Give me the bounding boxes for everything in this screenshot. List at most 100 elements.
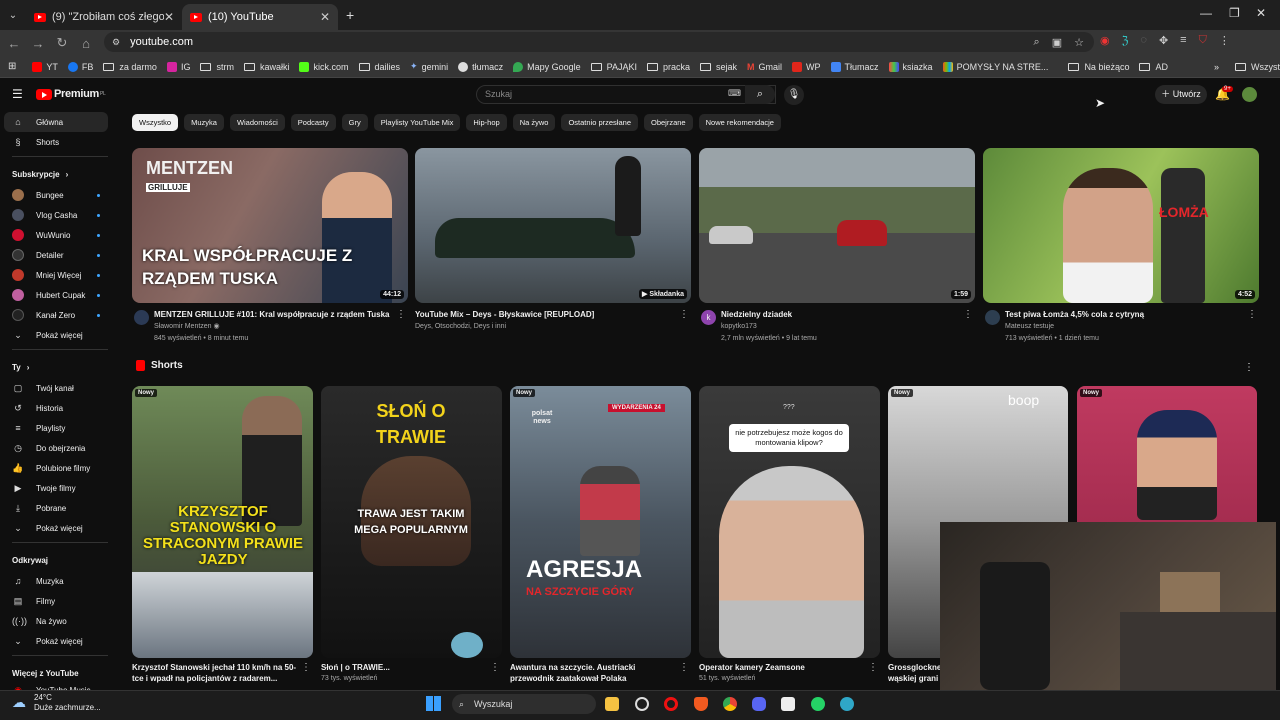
bookmark-folder[interactable]: PAJĄKI bbox=[590, 62, 637, 72]
video-thumbnail[interactable]: MENTZEN GRILLUJE KRAL WSPÓŁPRACUJE Z RZĄD… bbox=[132, 148, 408, 303]
short-title[interactable]: Słoń | o TRAWIE... bbox=[321, 662, 502, 673]
chip-recently-uploaded[interactable]: Ostatnio przesłane bbox=[561, 114, 638, 131]
sidebar-item-history[interactable]: ↺ Historia bbox=[0, 398, 120, 418]
chip-hiphop[interactable]: Hip-hop bbox=[466, 114, 507, 131]
hamburger-menu-icon[interactable]: ☰ bbox=[12, 87, 23, 101]
media-icon[interactable]: ≡ bbox=[1180, 34, 1186, 47]
video-thumbnail[interactable]: ŁOMŻA 4:52 bbox=[983, 148, 1259, 303]
channel-name[interactable]: Deys, Otsochodzi, Deys i inni bbox=[415, 321, 691, 332]
sidebar-item-watch-later[interactable]: ◷ Do obejrzenia bbox=[0, 438, 120, 458]
notes-icon[interactable] bbox=[781, 697, 795, 711]
browser-tab[interactable]: (9) "Zrobiłam coś złego dzieck... ✕ bbox=[26, 4, 182, 30]
discord-icon[interactable] bbox=[752, 697, 766, 711]
short-title[interactable]: Krzysztof Stanowski jechał 110 km/h na 5… bbox=[132, 662, 313, 684]
more-options-icon[interactable]: ⋮ bbox=[1244, 362, 1254, 373]
sidebar-item-your-videos[interactable]: ▶ Twoje filmy bbox=[0, 478, 120, 498]
taskbar-search[interactable]: ⌕ Wyszukaj bbox=[452, 694, 596, 714]
sidebar-item-downloads[interactable]: ⤓ Pobrane bbox=[0, 498, 120, 518]
short-title[interactable]: Operator kamery Zeamsone bbox=[699, 662, 880, 673]
sidebar-sub-item[interactable]: Detailer bbox=[0, 245, 120, 265]
sidebar-item-films[interactable]: ▤ Filmy bbox=[0, 591, 120, 611]
short-card[interactable]: Nowy KRZYSZTOF STANOWSKI O STRACONYM PRA… bbox=[132, 386, 313, 658]
profile-icon[interactable]: ⛉ bbox=[1199, 34, 1207, 47]
translate-extension-icon[interactable]: ℨ bbox=[1122, 34, 1129, 47]
browser-tab-active[interactable]: (10) YouTube ✕ bbox=[182, 4, 338, 30]
sidebar-item-live[interactable]: ((·)) Na żywo bbox=[0, 611, 120, 631]
minimize-icon[interactable]: — bbox=[1200, 6, 1212, 20]
app-icon[interactable] bbox=[635, 697, 649, 711]
bookmark-item[interactable]: Mapy Google bbox=[513, 61, 581, 72]
bookmark-item[interactable]: tłumacz bbox=[458, 61, 503, 72]
keyboard-icon[interactable]: ⌨ bbox=[728, 88, 741, 99]
more-options-icon[interactable]: ⋮ bbox=[679, 662, 689, 673]
close-window-icon[interactable]: ✕ bbox=[1256, 6, 1266, 20]
video-title[interactable]: YouTube Mix – Deys - Błyskawice [REUPLOA… bbox=[415, 309, 691, 320]
chip-watched[interactable]: Obejrzane bbox=[644, 114, 693, 131]
bookmark-item[interactable]: IG bbox=[166, 61, 190, 72]
video-card[interactable]: ▶ Składanka YouTube Mix – Deys - Błyskaw… bbox=[415, 148, 691, 349]
back-icon[interactable]: ← bbox=[2, 36, 26, 51]
bookmark-item[interactable]: POMYSŁY NA STRE... bbox=[942, 61, 1048, 72]
subscriptions-header[interactable]: Subskrypcje › bbox=[0, 163, 120, 185]
channel-avatar[interactable] bbox=[134, 310, 149, 325]
sidebar-sub-item[interactable]: Mniej Więcej bbox=[0, 265, 120, 285]
weather-widget[interactable]: 24°C Duże zachmurze... bbox=[34, 693, 101, 713]
more-options-icon[interactable]: ⋮ bbox=[868, 662, 878, 673]
chip-new-recommendations[interactable]: Nowe rekomendacje bbox=[698, 114, 781, 131]
reload-icon[interactable]: ↻ bbox=[50, 35, 74, 51]
short-card[interactable]: SŁOŃ O TRAWIE TRAWA JEST TAKIM MEGA POPU… bbox=[321, 386, 502, 658]
opera-icon[interactable] bbox=[664, 697, 678, 711]
video-card[interactable]: 1:59 k Niedzielny dziadek kopytko173 2,7… bbox=[699, 148, 975, 349]
bookmark-item[interactable]: M Gmail bbox=[747, 62, 782, 72]
create-button[interactable]: ＋ Utwórz bbox=[1155, 85, 1207, 104]
sidebar-item-music[interactable]: ♫ Muzyka bbox=[0, 571, 120, 591]
account-avatar[interactable] bbox=[1242, 87, 1257, 102]
bookmark-folder[interactable]: pracka bbox=[646, 62, 690, 72]
bookmark-folder[interactable]: za darmo bbox=[103, 62, 157, 72]
sidebar-sub-item[interactable]: WuWunio bbox=[0, 225, 120, 245]
more-options-icon[interactable]: ⋮ bbox=[679, 309, 689, 320]
close-tab-icon[interactable]: ✕ bbox=[164, 10, 174, 24]
bookmark-item[interactable]: Tłumacz bbox=[830, 61, 879, 72]
bookmark-item[interactable]: FB bbox=[67, 61, 93, 72]
sidebar-sub-item[interactable]: Kanał Zero bbox=[0, 305, 120, 325]
close-tab-icon[interactable]: ✕ bbox=[320, 10, 330, 24]
sidebar-item-shorts[interactable]: § Shorts bbox=[0, 132, 120, 152]
short-title[interactable]: Grossglockner wąskiej grani bbox=[888, 662, 940, 684]
bookmark-star-icon[interactable]: ☆ bbox=[1074, 36, 1084, 49]
chip-music[interactable]: Muzyka bbox=[184, 114, 224, 131]
chip-mix-playlists[interactable]: Playlisty YouTube Mix bbox=[373, 114, 461, 131]
video-title[interactable]: Niedzielny dziadek bbox=[721, 309, 975, 320]
channel-name[interactable]: Mateusz testuje bbox=[1005, 321, 1259, 332]
sidebar-sub-item[interactable]: Bungee bbox=[0, 185, 120, 205]
bookmark-item[interactable]: ksiazka bbox=[888, 61, 933, 72]
youtube-logo[interactable]: Premium PL bbox=[36, 88, 106, 100]
bookmark-folder[interactable]: AD bbox=[1139, 62, 1168, 72]
channel-name[interactable]: Sławomir Mentzen ◉ bbox=[154, 321, 408, 332]
video-card[interactable]: MENTZEN GRILLUJE KRAL WSPÓŁPRACUJE Z RZĄD… bbox=[132, 148, 408, 349]
video-thumbnail[interactable]: 1:59 bbox=[699, 148, 975, 303]
more-options-icon[interactable]: ⋮ bbox=[1247, 309, 1257, 320]
apps-icon[interactable]: ⊞ bbox=[8, 61, 16, 72]
short-title[interactable]: Awantura na szczycie. Austriacki przewod… bbox=[510, 662, 691, 684]
chip-games[interactable]: Gry bbox=[341, 114, 368, 131]
whatsapp-icon[interactable] bbox=[811, 697, 825, 711]
bookmark-item[interactable]: kick.com bbox=[299, 61, 349, 72]
globe-icon[interactable] bbox=[840, 697, 854, 711]
bookmark-folder[interactable]: kawałki bbox=[243, 62, 289, 72]
bookmark-item[interactable]: ✦ gemini bbox=[410, 61, 448, 72]
chip-podcasts[interactable]: Podcasty bbox=[290, 114, 336, 131]
sidebar-sub-item[interactable]: Vlog Casha bbox=[0, 205, 120, 225]
menu-dots-icon[interactable]: ⋮ bbox=[1219, 34, 1230, 47]
channel-avatar[interactable] bbox=[985, 310, 1000, 325]
all-bookmarks[interactable]: Wszystkie zakładki bbox=[1235, 62, 1280, 72]
short-card[interactable]: Nowy polsat news WYDARZENIA 24 AGRESJA N… bbox=[510, 386, 691, 658]
install-icon[interactable]: ▣ bbox=[1052, 36, 1062, 49]
show-more-button[interactable]: ⌄ Pokaż więcej bbox=[0, 518, 120, 538]
sidebar-item-home[interactable]: ⌂ Główna bbox=[4, 112, 108, 132]
file-explorer-icon[interactable] bbox=[605, 697, 619, 711]
bookmark-folder[interactable]: dailies bbox=[358, 62, 400, 72]
chip-all[interactable]: Wszystko bbox=[132, 114, 179, 131]
video-title[interactable]: Test piwa Łomża 4,5% cola z cytryną bbox=[1005, 309, 1259, 320]
sidebar-sub-item[interactable]: Hubert Cupak bbox=[0, 285, 120, 305]
